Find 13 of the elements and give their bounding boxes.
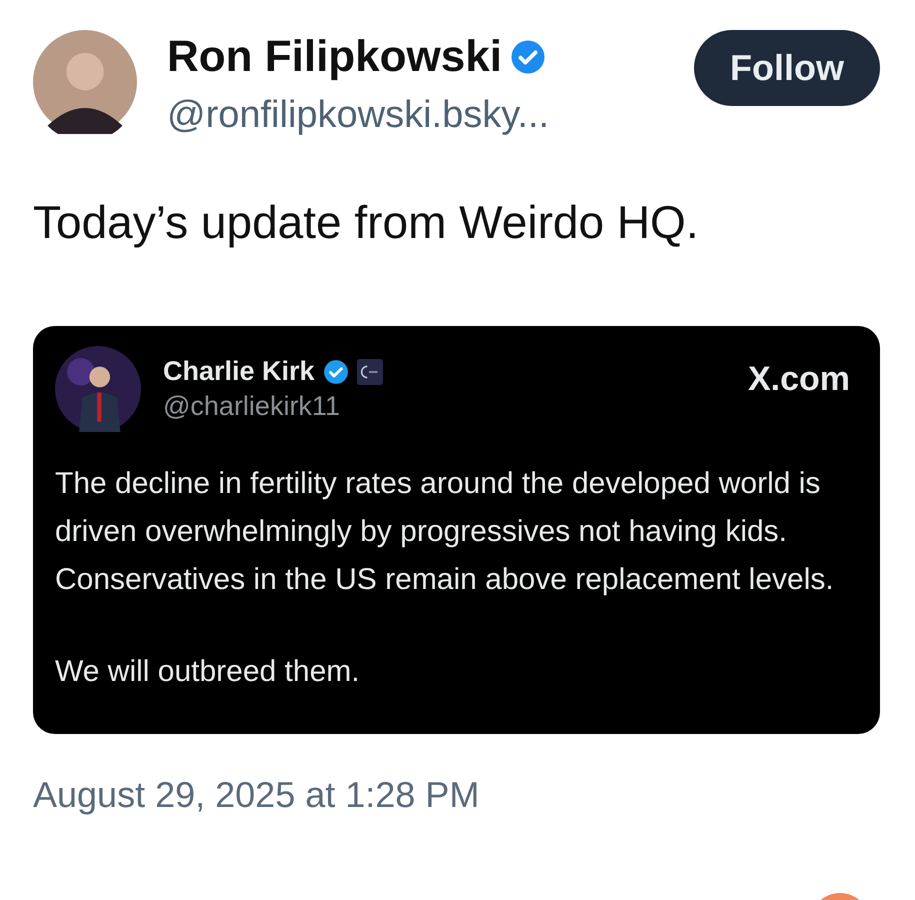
author-handle[interactable]: @ronfilipkowski.bsky...: [167, 90, 694, 140]
avatar[interactable]: [33, 30, 137, 134]
quoted-author-name[interactable]: Charlie Kirk: [163, 356, 315, 387]
post-text: Today’s update from Weirdo HQ.: [33, 195, 700, 250]
quoted-author-handle[interactable]: @charliekirk11: [163, 391, 748, 422]
source-label: X.com: [748, 360, 850, 399]
quoted-post-paragraph: The decline in fertility rates around the developed world is driven overwhelmingly by progressives not having kids. Conservatives in the US remain above replacement levels.: [55, 466, 835, 598]
author-name[interactable]: Ron Filipkowski: [167, 30, 502, 84]
timestamp: August 29, 2025 at 1:28 PM: [33, 774, 480, 816]
quoted-post-paragraph: We will outbreed them.: [55, 654, 361, 690]
quoted-post-card[interactable]: [33, 326, 880, 734]
avatar[interactable]: [55, 346, 141, 432]
follow-button[interactable]: Follow: [694, 30, 880, 106]
